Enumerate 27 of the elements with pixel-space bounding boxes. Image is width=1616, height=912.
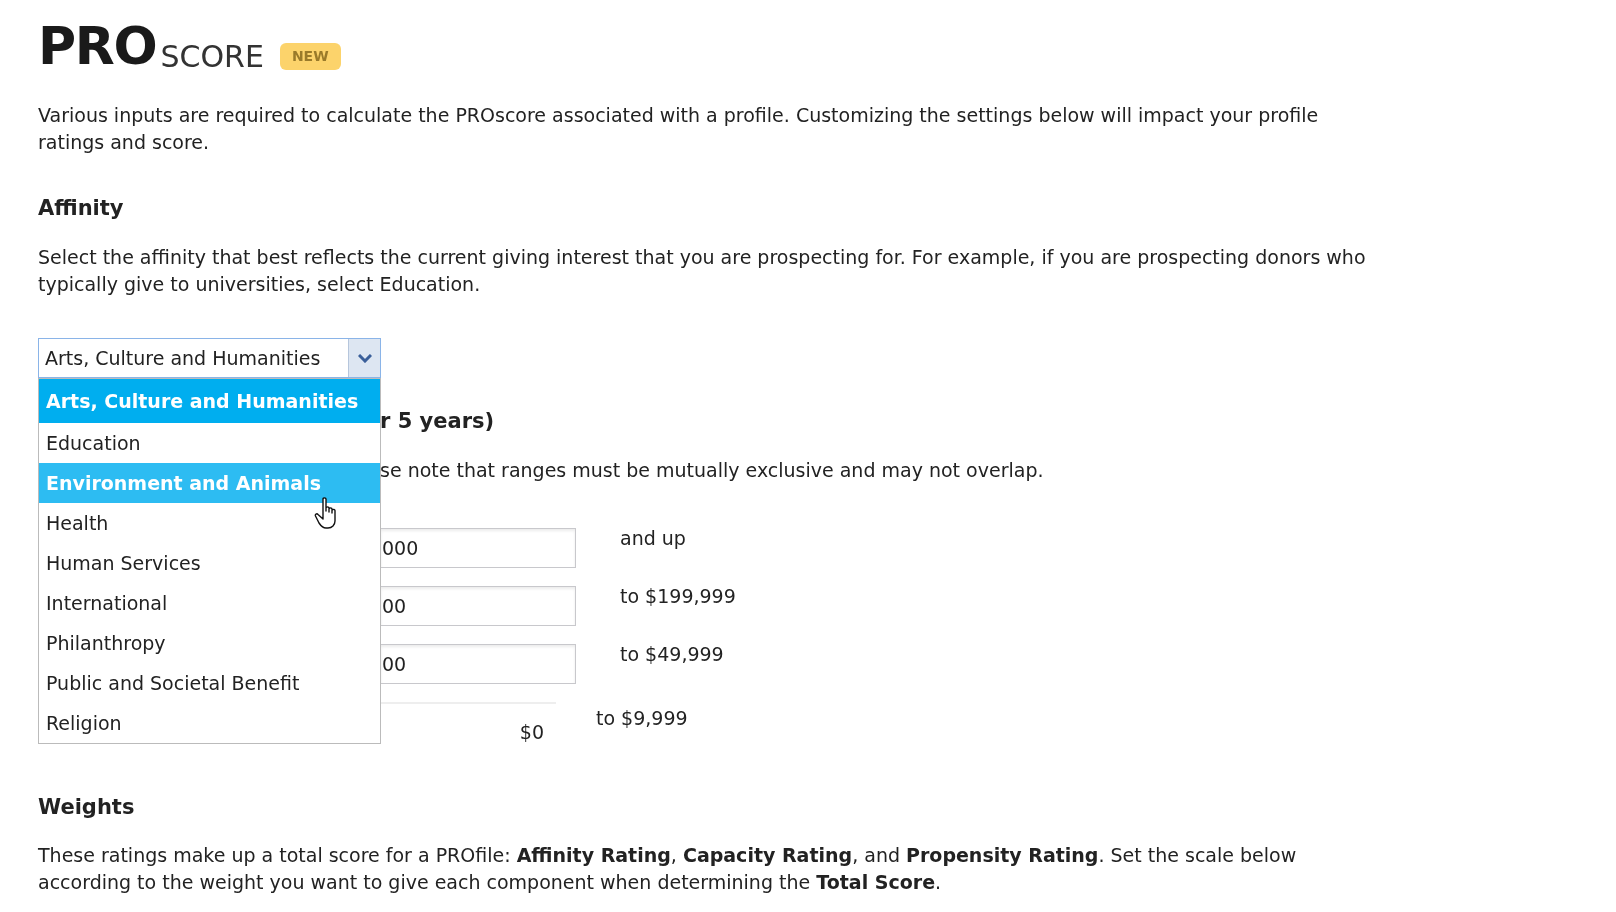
dropdown-option[interactable]: Religion — [39, 703, 380, 743]
dropdown-option[interactable]: Education — [39, 423, 380, 463]
dropdown-option[interactable]: Public and Societal Benefit — [39, 663, 380, 703]
amount-value: $0 — [519, 720, 544, 744]
amount-input[interactable]: 00 — [380, 644, 576, 684]
amount-input[interactable]: 00 — [380, 586, 576, 626]
dropdown-option[interactable]: Health — [39, 503, 380, 543]
intro-text: Various inputs are required to calculate the PROscore associated with a profile. Customizing the settings below will impact your profile ratings and score. — [38, 103, 1320, 155]
chevron-down-icon — [357, 353, 372, 363]
logo-wordmark: PRO — [38, 20, 157, 72]
logo-subtitle: SCORE — [160, 42, 264, 72]
weights-description: These ratings make up a total score for a PROfile: Affinity Rating, Capacity Rating, and Propensity Rating. Set the scale below according to the weight you want to give each component when determining the Total Score. — [38, 843, 1298, 895]
dropdown-option[interactable]: Human Services — [39, 543, 380, 583]
ranges-note: se note that ranges must be mutually exclusive and may not overlap. — [380, 458, 1044, 483]
range-label: to $9,999 — [596, 706, 688, 730]
dropdown-option[interactable]: International — [39, 583, 380, 623]
section-heading: Weights — [38, 794, 136, 820]
range-label: to $199,999 — [620, 584, 736, 608]
dropdown-option[interactable]: Philanthropy — [39, 623, 380, 663]
amount-input[interactable]: 000 — [380, 528, 576, 568]
section-heading: r 5 years) — [380, 408, 496, 434]
range-label: and up — [620, 526, 686, 550]
affinity-description: Select the affinity that best reflects the current giving interest that you are prospecting for. For example, if you are prospecting donors who typically give to universities, select Education. — [38, 245, 1367, 297]
affinity-select[interactable]: Arts, Culture and Humanities — [38, 338, 381, 378]
range-label: to $49,999 — [620, 642, 724, 666]
section-heading: Affinity — [38, 195, 125, 222]
new-badge: NEW — [279, 43, 341, 70]
